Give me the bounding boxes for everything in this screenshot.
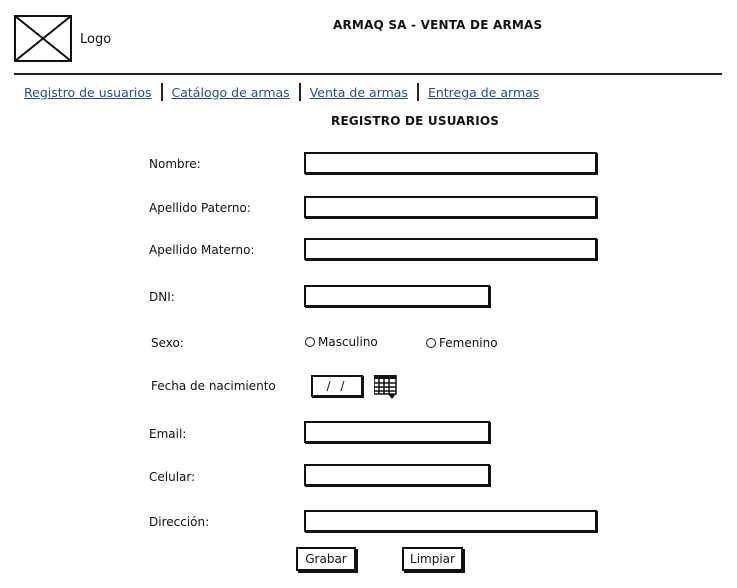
apellido-paterno-label: Apellido Paterno: [149,201,251,215]
dni-label: DNI: [149,290,175,304]
radio-masculino-label: Masculino [318,335,378,349]
radio-femenino-label: Femenino [439,336,498,350]
email-input[interactable] [304,421,490,443]
grabar-button[interactable]: Grabar [296,547,356,571]
celular-label: Celular: [149,470,196,484]
apellido-paterno-input[interactable] [304,196,597,218]
form-title: REGISTRO DE USUARIOS [331,114,500,128]
nombre-input[interactable] [304,152,597,174]
calendar-icon[interactable] [373,374,398,399]
fecha-nacimiento-label: Fecha de nacimiento [151,379,276,393]
nav-separator [298,83,301,101]
logo-image-placeholder-icon [14,15,72,62]
nav-link-entrega-armas[interactable]: Entrega de armas [428,85,539,100]
fecha-nacimiento-input[interactable]: / / [311,375,363,397]
radio-circle-icon [305,337,315,347]
logo-label: Logo [80,32,112,47]
celular-input[interactable] [304,464,490,486]
direccion-input[interactable] [304,510,597,532]
radio-femenino[interactable]: Femenino [426,336,498,350]
apellido-materno-input[interactable] [304,238,597,260]
nav-link-venta-armas[interactable]: Venta de armas [310,85,408,100]
nav-separator [416,83,419,101]
radio-circle-icon [426,338,436,348]
header-divider [14,73,722,75]
apellido-materno-label: Apellido Materno: [149,243,255,257]
nav-separator [160,83,163,101]
sexo-label: Sexo: [151,336,184,350]
nombre-label: Nombre: [149,157,201,171]
direccion-label: Dirección: [149,515,210,529]
radio-masculino[interactable]: Masculino [305,335,378,349]
main-nav: Registro de usuarios Catálogo de armas V… [24,83,539,101]
email-label: Email: [149,427,187,441]
nav-link-catalogo-armas[interactable]: Catálogo de armas [172,85,290,100]
nav-link-registro-usuarios[interactable]: Registro de usuarios [24,85,152,100]
app-title: ARMAQ SA - VENTA DE ARMAS [333,18,543,32]
dni-input[interactable] [304,285,490,307]
limpiar-button[interactable]: Limpiar [402,547,463,571]
